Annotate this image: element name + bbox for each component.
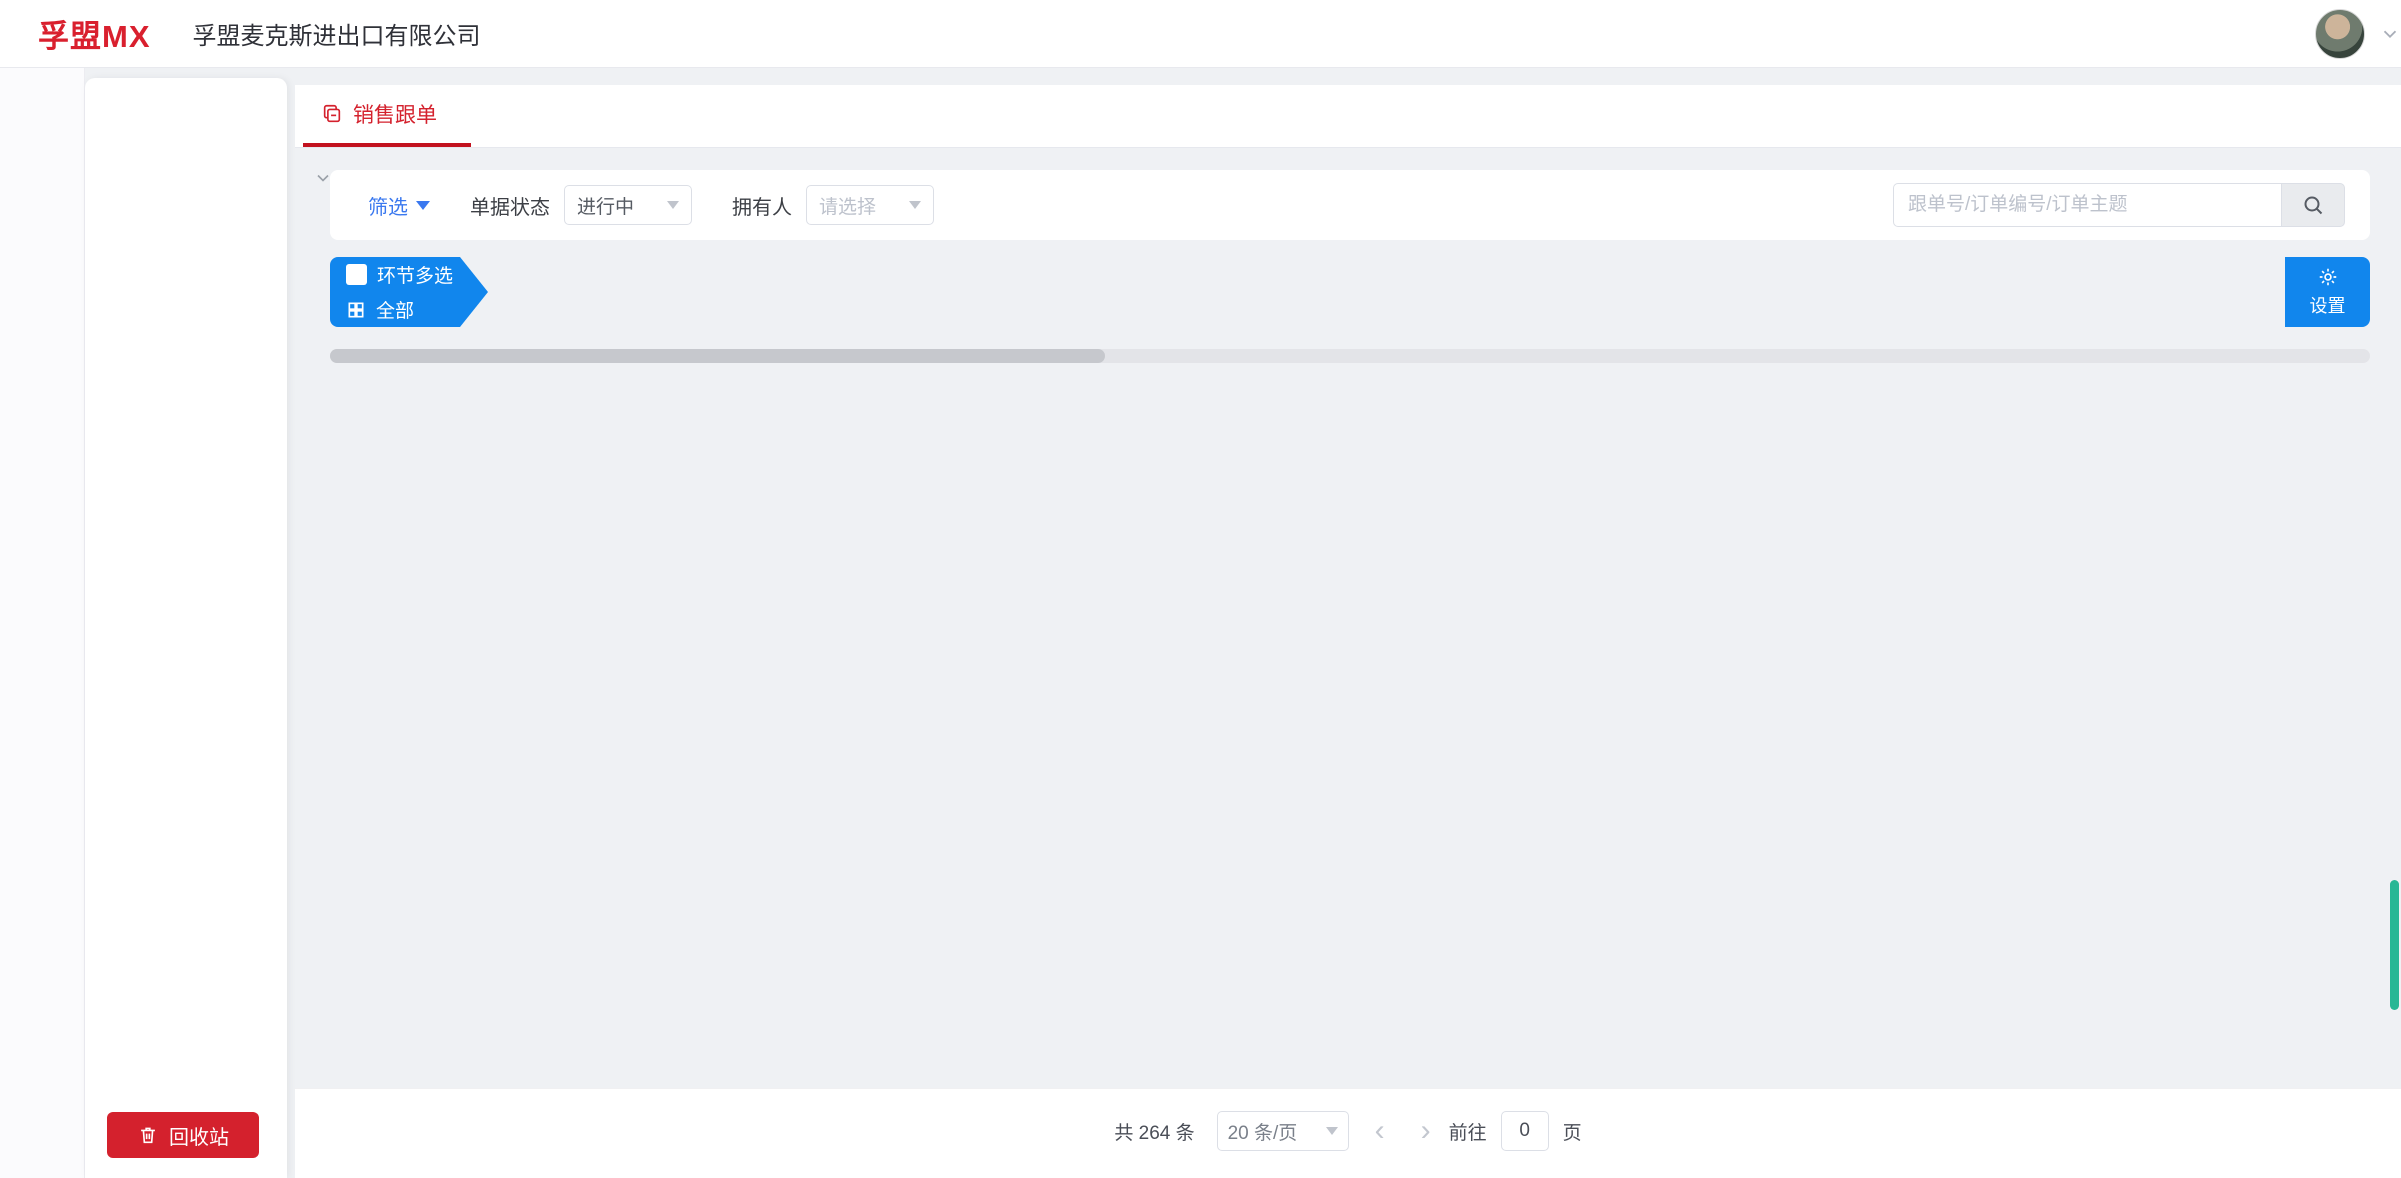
recycle-bin-button[interactable]: 回收站 bbox=[107, 1112, 259, 1158]
module-rail bbox=[0, 68, 85, 1178]
status-select[interactable]: 进行中 bbox=[564, 185, 692, 225]
all-stages-label: 全部 bbox=[376, 296, 414, 323]
grid-all-icon bbox=[346, 300, 366, 320]
app-logo: 孚盟MX bbox=[38, 11, 151, 56]
prev-page-button[interactable]: ‹ bbox=[1371, 1116, 1389, 1146]
sidebar-panel: 回收站 bbox=[85, 78, 287, 1178]
page-size-value: 20 条/页 bbox=[1228, 1118, 1298, 1145]
search-input[interactable] bbox=[1893, 183, 2281, 227]
total-count: 共 264 条 bbox=[1114, 1118, 1194, 1145]
search-button[interactable] bbox=[2281, 183, 2345, 227]
owner-filter-label: 拥有人 bbox=[732, 191, 792, 220]
search-icon bbox=[2301, 193, 2325, 217]
tab-sales-follow[interactable]: 销售跟单 bbox=[303, 85, 471, 147]
order-card-list bbox=[330, 372, 2370, 1178]
trash-icon bbox=[137, 1124, 159, 1146]
filter-label: 筛选 bbox=[368, 191, 408, 220]
pipeline-settings-button[interactable]: 设置 bbox=[2285, 257, 2370, 327]
caret-down-icon bbox=[667, 201, 679, 209]
next-page-button[interactable]: › bbox=[1417, 1116, 1435, 1146]
scrollbar-thumb[interactable] bbox=[330, 349, 1105, 363]
pipeline-start-block[interactable]: 环节多选 全部 bbox=[330, 257, 488, 327]
filter-toggle[interactable]: 筛选 bbox=[368, 191, 430, 220]
company-name: 孚盟麦克斯进出口有限公司 bbox=[193, 16, 481, 51]
footer-bar: 共 264 条 20 条/页 ‹ › 前往 页 bbox=[295, 1088, 2401, 1178]
owner-select-placeholder: 请选择 bbox=[819, 192, 876, 219]
avatar[interactable] bbox=[2315, 9, 2365, 59]
multi-select-checkbox[interactable] bbox=[346, 264, 367, 285]
caret-down-icon bbox=[909, 201, 921, 209]
search-group bbox=[1893, 183, 2345, 227]
recycle-bin-label: 回收站 bbox=[169, 1121, 229, 1150]
page-unit-label: 页 bbox=[1563, 1118, 1582, 1145]
status-filter-label: 单据状态 bbox=[470, 191, 550, 220]
multi-select-label: 环节多选 bbox=[377, 261, 453, 288]
horizontal-scrollbar[interactable] bbox=[330, 349, 2370, 363]
tab-label: 销售跟单 bbox=[353, 99, 437, 129]
sidebar: 回收站 bbox=[85, 68, 295, 1178]
main-content: 销售跟单 筛选 单据状态 进行中 拥有人 请选择 bbox=[295, 68, 2401, 1178]
owner-select[interactable]: 请选择 bbox=[806, 185, 934, 225]
pagination: 共 264 条 20 条/页 ‹ › 前往 页 bbox=[295, 1111, 2401, 1151]
chevron-down-icon[interactable] bbox=[2379, 23, 2401, 45]
gear-icon bbox=[2317, 266, 2339, 288]
caret-down-icon bbox=[1326, 1127, 1338, 1135]
tab-bar: 销售跟单 bbox=[295, 85, 2401, 148]
pipeline-settings-label: 设置 bbox=[2310, 292, 2346, 318]
status-select-value: 进行中 bbox=[577, 192, 634, 219]
top-header: 孚盟MX 孚盟麦克斯进出口有限公司 bbox=[0, 0, 2401, 68]
vertical-scrollbar-thumb[interactable] bbox=[2390, 880, 2399, 1010]
filter-bar: 筛选 单据状态 进行中 拥有人 请选择 bbox=[330, 170, 2370, 240]
document-icon bbox=[321, 103, 343, 125]
app-body: 回收站 销售跟单 筛选 单据状态 进行中 拥有人 请选 bbox=[0, 68, 2401, 1178]
caret-down-icon bbox=[416, 201, 430, 210]
goto-label: 前往 bbox=[1449, 1118, 1487, 1145]
page-size-select[interactable]: 20 条/页 bbox=[1217, 1111, 1349, 1151]
goto-page-input[interactable] bbox=[1501, 1111, 1549, 1151]
stage-pipeline: 环节多选 全部 设置 bbox=[330, 257, 2370, 327]
